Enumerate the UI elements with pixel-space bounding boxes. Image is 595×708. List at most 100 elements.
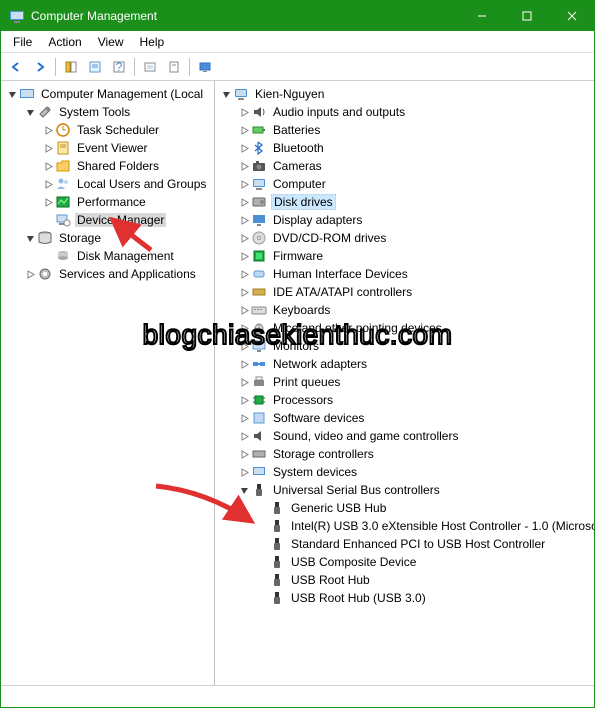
chevron-right-icon[interactable] [237,357,251,371]
titlebar[interactable]: Computer Management [1,1,594,31]
chevron-right-icon[interactable] [237,375,251,389]
tree-item[interactable]: Cameras [215,157,594,175]
tree-item[interactable]: Kien-Nguyen [215,85,594,103]
chevron-right-icon[interactable] [237,159,251,173]
tree-item[interactable]: System Tools [1,103,214,121]
tree-item[interactable]: Local Users and Groups [1,175,214,193]
chevron-right-icon[interactable] [237,393,251,407]
menu-file[interactable]: File [5,33,40,51]
mgmt-icon [19,86,35,102]
maximize-button[interactable] [504,1,549,31]
chevron-down-icon[interactable] [23,231,37,245]
menu-view[interactable]: View [90,33,132,51]
tree-item[interactable]: Software devices [215,409,594,427]
tree-item[interactable]: Performance [1,193,214,211]
chevron-right-icon[interactable] [237,303,251,317]
tree-item[interactable]: Sound, video and game controllers [215,427,594,445]
chevron-right-icon[interactable] [237,267,251,281]
chevron-right-icon[interactable] [237,105,251,119]
chevron-right-icon[interactable] [237,249,251,263]
chevron-right-icon[interactable] [237,465,251,479]
chevron-right-icon[interactable] [237,447,251,461]
tree-item-label: Cameras [271,159,324,173]
chevron-right-icon[interactable] [41,159,55,173]
chevron-right-icon[interactable] [237,321,251,335]
tree-item[interactable]: Audio inputs and outputs [215,103,594,121]
tree-item[interactable]: Computer [215,175,594,193]
tree-item[interactable]: Keyboards [215,301,594,319]
tree-item[interactable]: USB Composite Device [215,553,594,571]
left-tree-pane[interactable]: Computer Management (LocalSystem ToolsTa… [1,81,215,685]
chevron-right-icon[interactable] [237,429,251,443]
chevron-right-icon[interactable] [41,141,55,155]
storctl-icon [251,446,267,462]
menu-help[interactable]: Help [132,33,173,51]
close-button[interactable] [549,1,594,31]
keyboard-icon [251,302,267,318]
usb-icon [269,518,285,534]
firmware-icon [251,248,267,264]
tree-item[interactable]: DVD/CD-ROM drives [215,229,594,247]
help-button[interactable]: ? [108,56,130,78]
right-tree-pane[interactable]: Kien-NguyenAudio inputs and outputsBatte… [215,81,594,685]
monitor-button[interactable] [194,56,216,78]
tree-item[interactable]: Intel(R) USB 3.0 eXtensible Host Control… [215,517,594,535]
tree-item[interactable]: Standard Enhanced PCI to USB Host Contro… [215,535,594,553]
tree-item[interactable]: Human Interface Devices [215,265,594,283]
tree-item[interactable]: Generic USB Hub [215,499,594,517]
chevron-down-icon[interactable] [23,105,37,119]
scan-hardware-button[interactable] [139,56,161,78]
chevron-right-icon[interactable] [237,285,251,299]
chevron-right-icon[interactable] [237,411,251,425]
tree-item[interactable]: Network adapters [215,355,594,373]
back-button[interactable] [5,56,27,78]
tree-item[interactable]: Storage [1,229,214,247]
chevron-right-icon[interactable] [237,231,251,245]
tree-item[interactable]: Universal Serial Bus controllers [215,481,594,499]
tree-item[interactable]: System devices [215,463,594,481]
chevron-right-icon[interactable] [23,267,37,281]
tree-item[interactable]: Device Manager [1,211,214,229]
tree-item[interactable]: Bluetooth [215,139,594,157]
tree-item[interactable]: Mice and other pointing devices [215,319,594,337]
chevron-right-icon[interactable] [237,123,251,137]
menu-action[interactable]: Action [40,33,89,51]
tree-item[interactable]: Shared Folders [1,157,214,175]
tree-item[interactable]: Storage controllers [215,445,594,463]
diskmgmt-icon [55,248,71,264]
tree-item[interactable]: USB Root Hub (USB 3.0) [215,589,594,607]
tree-item[interactable]: Disk drives [215,193,594,211]
forward-button[interactable] [29,56,51,78]
tree-item[interactable]: IDE ATA/ATAPI controllers [215,283,594,301]
tree-item[interactable]: Display adapters [215,211,594,229]
tree-item[interactable]: Monitors [215,337,594,355]
tree-item[interactable]: Batteries [215,121,594,139]
tree-item[interactable]: Event Viewer [1,139,214,157]
chevron-right-icon[interactable] [237,213,251,227]
minimize-button[interactable] [459,1,504,31]
event-icon [55,140,71,156]
chevron-right-icon[interactable] [237,339,251,353]
tree-item[interactable]: Computer Management (Local [1,85,214,103]
chevron-right-icon[interactable] [41,195,55,209]
chevron-right-icon[interactable] [41,123,55,137]
tree-item[interactable]: Print queues [215,373,594,391]
battery-icon [251,122,267,138]
tree-item[interactable]: Processors [215,391,594,409]
chevron-right-icon[interactable] [237,195,251,209]
chevron-down-icon[interactable] [237,483,251,497]
tree-item[interactable]: Task Scheduler [1,121,214,139]
chevron-right-icon[interactable] [41,177,55,191]
tree-item-label: Storage [57,231,103,245]
properties-button[interactable] [84,56,106,78]
tree-item[interactable]: Firmware [215,247,594,265]
update-driver-button[interactable] [163,56,185,78]
tree-item[interactable]: Services and Applications [1,265,214,283]
chevron-right-icon[interactable] [237,177,251,191]
chevron-down-icon[interactable] [219,87,233,101]
tree-item[interactable]: USB Root Hub [215,571,594,589]
chevron-right-icon[interactable] [237,141,251,155]
chevron-down-icon[interactable] [5,87,19,101]
show-hide-tree-button[interactable] [60,56,82,78]
tree-item[interactable]: Disk Management [1,247,214,265]
